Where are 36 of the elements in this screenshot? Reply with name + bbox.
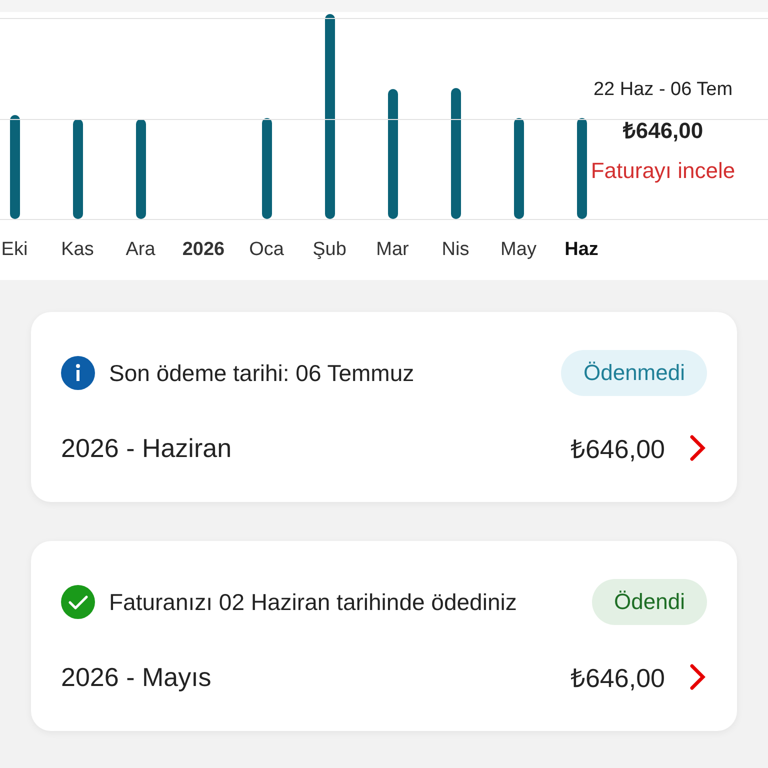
month-label[interactable]: Kas	[61, 239, 94, 261]
month-label[interactable]: Mar	[376, 239, 409, 261]
month-label[interactable]: May	[500, 239, 536, 261]
chevron-right-icon[interactable]	[687, 663, 707, 691]
check-icon	[61, 585, 95, 619]
info-icon	[61, 356, 95, 390]
chart-bar[interactable]	[136, 119, 146, 219]
chart-bar[interactable]	[450, 88, 460, 219]
chart-bar[interactable]	[388, 89, 398, 219]
chart-bar[interactable]	[262, 118, 272, 219]
chart-bar[interactable]	[576, 118, 586, 219]
chevron-right-icon[interactable]	[687, 434, 707, 462]
bill-period: 2026 - Haziran	[61, 432, 233, 464]
status-badge: Ödendi	[592, 579, 707, 625]
month-label[interactable]: Oca	[249, 239, 284, 261]
month-label[interactable]: Ara	[126, 239, 156, 261]
status-badge: Ödenmedi	[561, 350, 707, 396]
bill-amount: ₺646,00	[570, 662, 665, 695]
view-bill-link[interactable]: Faturayı incele	[590, 158, 736, 184]
chart-bar[interactable]	[10, 115, 20, 219]
bill-card[interactable]: Son ödeme tarihi: 06 Temmuz Ödenmedi 2026 - Haziran ₺646,00	[31, 312, 737, 502]
month-label[interactable]: Şub	[312, 239, 346, 261]
bill-card[interactable]: Faturanızı 02 Haziran tarihinde ödediniz Ödendi 2026 - Mayıs ₺646,00	[31, 541, 737, 731]
bill-amount: ₺646,00	[622, 117, 704, 144]
bill-message: Son ödeme tarihi: 06 Temmuz	[109, 360, 416, 386]
year-label: 2026	[182, 239, 225, 261]
bill-period: 2026 - Mayıs	[61, 662, 212, 692]
month-label[interactable]: Nis	[442, 239, 470, 261]
bill-message: Faturanızı 02 Haziran tarihinde ödediniz	[109, 588, 518, 616]
billing-period: 22 Haz - 06 Tem	[593, 79, 733, 101]
chart-bar[interactable]	[324, 14, 334, 219]
bill-amount: ₺646,00	[570, 433, 665, 466]
chart-bar[interactable]	[514, 118, 524, 219]
month-label[interactable]: Haz	[564, 239, 598, 261]
month-label[interactable]: Eki	[1, 239, 28, 261]
chart-bar[interactable]	[72, 119, 82, 219]
